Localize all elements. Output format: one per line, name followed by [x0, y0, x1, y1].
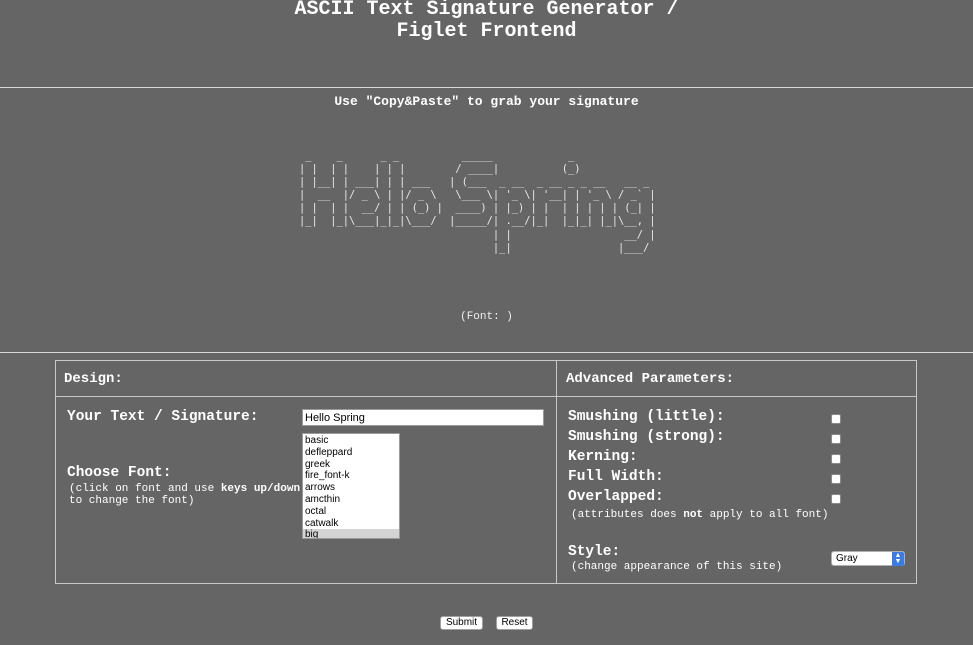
style-hint: (change appearance of this site) — [571, 561, 783, 573]
submit-button[interactable]: Submit — [440, 616, 483, 630]
middle-divider — [0, 352, 973, 353]
panel-column-divider — [556, 361, 557, 583]
font-option[interactable]: big — [303, 529, 399, 538]
copy-instruction: Use "Copy&Paste" to grab your signature — [334, 94, 639, 109]
design-header: Design: — [64, 371, 123, 387]
advanced-option-label: Kerning: — [568, 449, 638, 465]
advanced-option-checkbox[interactable] — [831, 454, 841, 464]
top-divider — [0, 87, 973, 88]
settings-panel: Design: Advanced Parameters: Your Text /… — [55, 360, 917, 584]
attributes-note-post: apply to all font) — [703, 509, 829, 521]
ascii-signature-output[interactable]: _ _ _ _ _____ _ | | | | | | | / ____| (_… — [299, 150, 656, 255]
page-title-line2: Figlet Frontend — [396, 20, 577, 43]
font-label: Choose Font: — [67, 465, 172, 481]
style-select[interactable]: Gray ▲ ▼ — [831, 551, 905, 566]
font-option[interactable]: defleppard — [303, 447, 399, 459]
page-title: ASCII Text Signature Generator / Figlet … — [0, 0, 973, 43]
advanced-option-label: Overlapped: — [568, 489, 664, 505]
advanced-option-label: Full Width: — [568, 469, 664, 485]
font-option[interactable]: arrows — [303, 482, 399, 494]
advanced-option-checkbox[interactable] — [831, 494, 841, 504]
font-option[interactable]: catwalk — [303, 518, 399, 530]
attributes-note-pre: (attributes does — [571, 509, 684, 521]
font-option[interactable]: fire_font-k — [303, 470, 399, 482]
style-select-value: Gray — [836, 553, 858, 564]
page-title-line1: ASCII Text Signature Generator / — [294, 0, 679, 21]
advanced-option-label: Smushing (strong): — [568, 429, 725, 445]
reset-button[interactable]: Reset — [496, 616, 533, 630]
font-option[interactable]: amcthin — [303, 494, 399, 506]
font-option[interactable]: basic — [303, 435, 399, 447]
advanced-header: Advanced Parameters: — [566, 371, 735, 387]
attributes-note-bold: not — [683, 509, 704, 521]
advanced-option-label: Smushing (little): — [568, 409, 725, 425]
font-hint-pre: (click on font and use — [69, 483, 221, 495]
panel-header-divider — [56, 396, 916, 397]
font-option[interactable]: greek — [303, 459, 399, 471]
font-hint-keys: keys up/down — [220, 483, 301, 495]
font-name-note: (Font: ) — [460, 311, 513, 323]
attributes-note: (attributes does not apply to all font) — [571, 509, 828, 521]
font-option[interactable]: octal — [303, 506, 399, 518]
advanced-option-checkbox[interactable] — [831, 434, 841, 444]
advanced-option-checkbox[interactable] — [831, 414, 841, 424]
signature-text-input[interactable] — [302, 409, 544, 426]
font-hint-post: to change the font) — [69, 495, 195, 507]
style-label: Style: — [568, 544, 621, 560]
font-listbox[interactable]: basic defleppard greek fire_font-k arrows amc… — [302, 433, 400, 539]
text-label: Your Text / Signature: — [67, 409, 259, 425]
advanced-option-checkbox[interactable] — [831, 474, 841, 484]
font-hint: (click on font and use keys up/down to ch… — [69, 483, 304, 507]
select-arrows-icon: ▲ ▼ — [892, 552, 904, 566]
